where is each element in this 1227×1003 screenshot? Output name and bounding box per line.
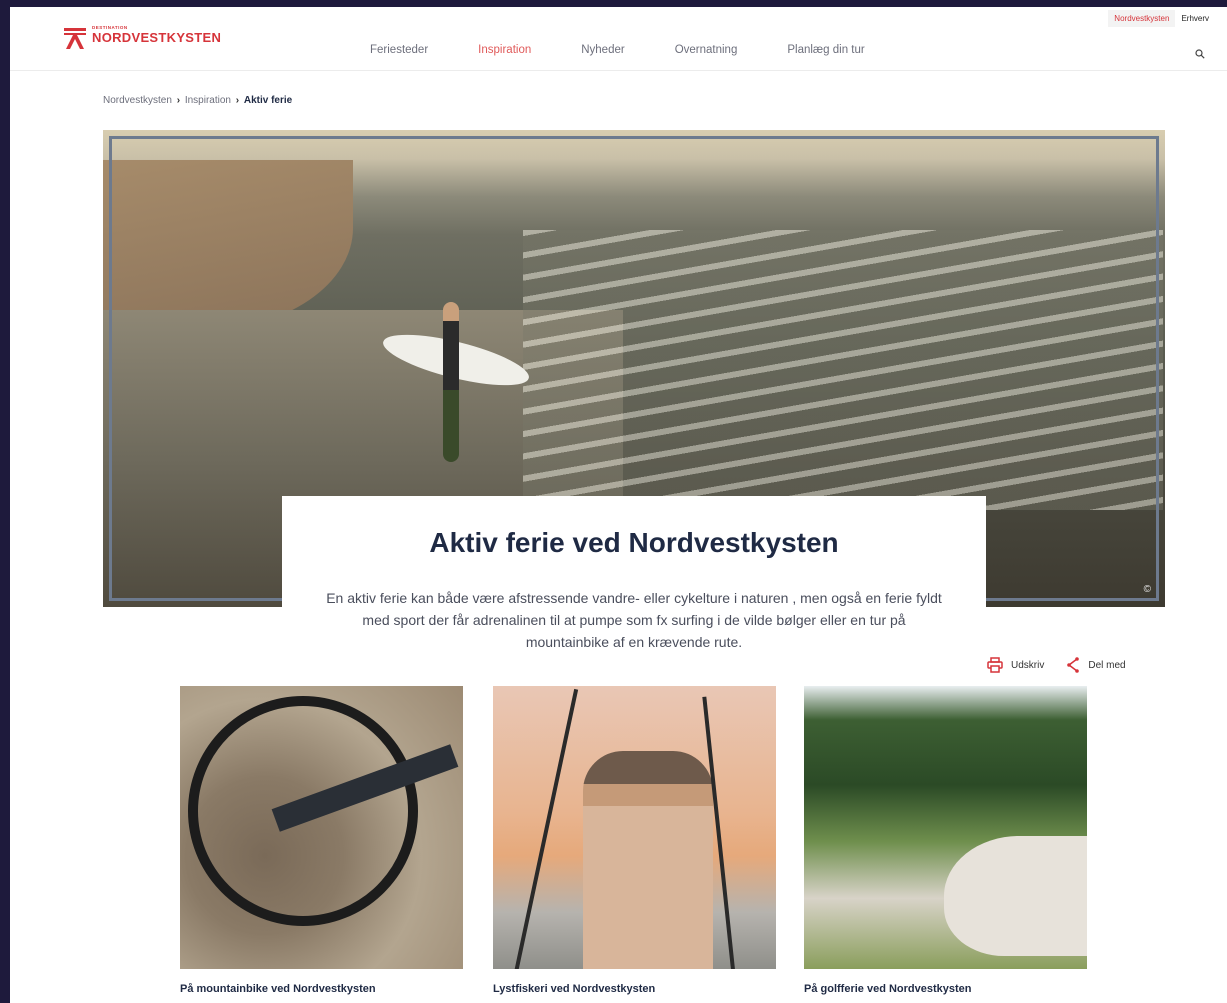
share-label: Del med [1088,659,1126,671]
tile-lystfiskeri[interactable]: Lystfiskeri ved Nordvestkysten [493,686,776,995]
breadcrumb-separator: › [235,95,240,106]
golf-bunker [944,836,1087,956]
page: DESTINATION NORDVESTKYSTEN Feriesteder I… [10,7,1227,1003]
breadcrumb-current: Aktiv ferie [243,95,293,106]
intro-card: Aktiv ferie ved Nordvestkysten En aktiv … [282,496,986,666]
tile-golf[interactable]: På golfferie ved Nordvestkysten [804,686,1087,995]
breadcrumb: Nordvestkysten › Inspiration › Aktiv fer… [103,95,292,106]
breadcrumb-item-home[interactable]: Nordvestkysten [103,95,172,106]
angler [583,751,713,969]
share-button[interactable]: Del med [1066,657,1126,673]
toplink-erhverv[interactable]: Erhverv [1175,10,1215,27]
tile-title[interactable]: Lystfiskeri ved Nordvestkysten [493,983,776,995]
breadcrumb-item-inspiration[interactable]: Inspiration [185,95,231,106]
logo-mark-icon [64,28,86,49]
tile-image-golf[interactable] [804,686,1087,969]
nav-item-overnatning[interactable]: Overnatning [675,44,738,56]
page-title: Aktiv ferie ved Nordvestkysten [429,527,839,558]
tile-mountainbike[interactable]: På mountainbike ved Nordvestkysten [180,686,463,995]
page-actions: Udskriv Del med [987,657,1148,673]
tile-image-mountainbike[interactable] [180,686,463,969]
copyright-icon[interactable]: © [1144,584,1151,595]
tile-title[interactable]: På mountainbike ved Nordvestkysten [180,983,463,995]
breadcrumb-separator: › [176,95,181,106]
search-icon[interactable] [1195,49,1205,59]
intro-text: En aktiv ferie kan både være afstressend… [326,590,942,650]
print-label: Udskriv [1011,659,1045,671]
print-button[interactable]: Udskriv [987,657,1044,673]
main-nav: Feriesteder Inspiration Nyheder Overnatn… [370,44,915,56]
share-icon [1067,657,1080,673]
fishing-rod [511,688,579,969]
tile-title[interactable]: På golfferie ved Nordvestkysten [804,983,1087,995]
nav-item-planlaeg[interactable]: Planlæg din tur [787,44,864,56]
logo-name: NORDVESTKYSTEN [92,30,222,45]
nav-item-feriesteder[interactable]: Feriesteder [370,44,428,56]
nav-item-inspiration[interactable]: Inspiration [478,44,531,56]
top-links: Nordvestkysten Erhverv [1108,10,1215,27]
site-logo[interactable]: DESTINATION NORDVESTKYSTEN [62,25,221,49]
toplink-nordvestkysten[interactable]: Nordvestkysten [1108,10,1176,27]
nav-item-nyheder[interactable]: Nyheder [581,44,624,56]
tile-image-lystfiskeri[interactable] [493,686,776,969]
printer-icon [987,657,1003,673]
site-header: DESTINATION NORDVESTKYSTEN Feriesteder I… [10,7,1227,71]
